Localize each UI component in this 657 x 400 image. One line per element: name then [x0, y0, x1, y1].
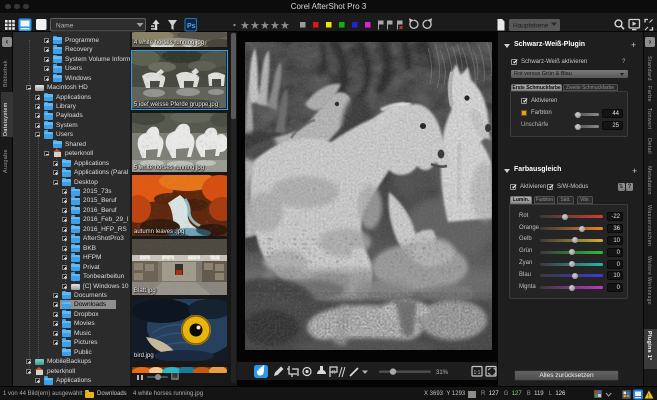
svg-text:★: ★: [270, 20, 280, 32]
svg-text:★: ★: [260, 20, 270, 32]
svg-text:Name: Name: [56, 23, 74, 30]
svg-text:★: ★: [240, 20, 250, 32]
svg-text:Ps: Ps: [187, 23, 196, 30]
svg-text:1:1: 1:1: [474, 370, 481, 376]
svg-text:★: ★: [250, 20, 260, 32]
svg-text:Hauptebene: Hauptebene: [513, 23, 549, 30]
svg-text:★: ★: [280, 20, 290, 32]
svg-text:R: R: [332, 370, 336, 376]
svg-text:31%: 31%: [436, 370, 449, 376]
